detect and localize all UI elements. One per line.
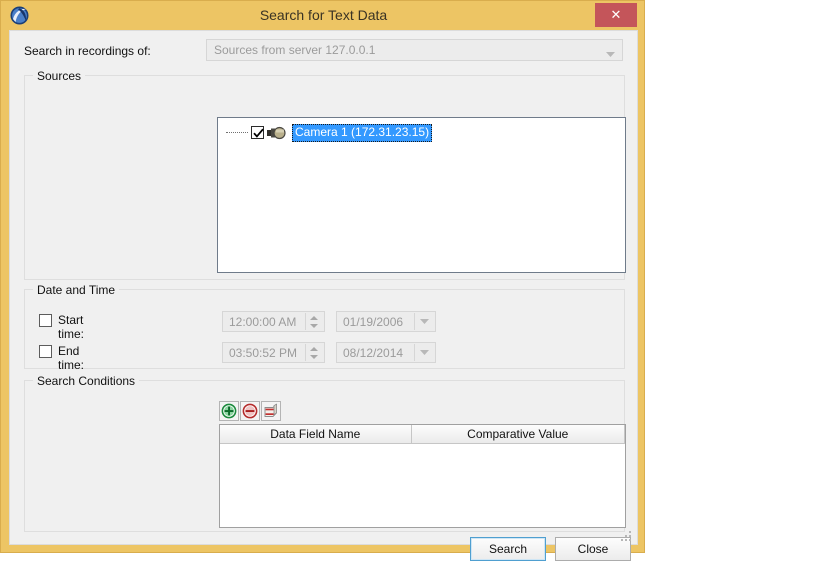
- title-bar: Search for Text Data ✕: [1, 1, 644, 30]
- start-time-checkbox[interactable]: [39, 314, 52, 327]
- add-condition-button[interactable]: [219, 401, 239, 421]
- end-time-label: End time:: [58, 344, 85, 372]
- stepper-down-icon[interactable]: [310, 355, 318, 359]
- search-conditions-group: Search Conditions Data Field Name Compar…: [24, 374, 626, 532]
- camera-icon: [267, 126, 287, 140]
- sources-group-caption: Sources: [33, 69, 86, 83]
- source-select-value: Sources from server 127.0.0.1: [214, 43, 376, 57]
- end-time-input[interactable]: 03:50:52 PM: [222, 342, 325, 363]
- search-conditions-caption: Search Conditions: [33, 374, 140, 388]
- date-time-group: Date and Time Start time: 12:00:00 AM 01…: [24, 283, 625, 372]
- conditions-toolbar: [219, 401, 282, 421]
- start-date-value: 01/19/2006: [343, 315, 404, 329]
- chevron-down-icon: [606, 47, 615, 57]
- resize-grip-icon[interactable]: [621, 529, 633, 541]
- conditions-table[interactable]: Data Field Name Comparative Value: [219, 424, 626, 528]
- source-select[interactable]: Sources from server 127.0.0.1: [206, 39, 623, 61]
- date-time-group-caption: Date and Time: [33, 283, 120, 297]
- start-date-input[interactable]: 01/19/2006: [336, 311, 436, 332]
- stepper-up-icon[interactable]: [310, 316, 318, 320]
- clear-conditions-button[interactable]: [261, 401, 281, 421]
- column-header-data-field-name[interactable]: Data Field Name: [220, 425, 412, 444]
- start-time-value: 12:00:00 AM: [229, 315, 297, 329]
- end-date-input[interactable]: 08/12/2014: [336, 342, 436, 363]
- close-button[interactable]: Close: [555, 537, 631, 561]
- window-title: Search for Text Data: [259, 7, 388, 23]
- stepper-down-icon[interactable]: [310, 324, 318, 328]
- sources-group: Sources Camera 1 (172.31.23.15): [24, 69, 626, 280]
- start-date-chevron-down-icon[interactable]: [414, 313, 434, 330]
- column-header-comparative-value[interactable]: Comparative Value: [411, 425, 625, 444]
- end-date-value: 08/12/2014: [343, 346, 404, 360]
- search-in-recordings-label: Search in recordings of:: [24, 44, 151, 58]
- stepper-up-icon[interactable]: [310, 347, 318, 351]
- end-time-value: 03:50:52 PM: [229, 346, 298, 360]
- tree-item-checkbox[interactable]: [251, 126, 264, 139]
- tree-item-label[interactable]: Camera 1 (172.31.23.15): [292, 123, 433, 142]
- start-time-stepper[interactable]: [305, 313, 323, 330]
- close-window-button[interactable]: ✕: [595, 3, 637, 27]
- search-button[interactable]: Search: [470, 537, 546, 561]
- tree-item-camera-1[interactable]: Camera 1 (172.31.23.15): [218, 123, 433, 142]
- tree-connector-line: [226, 132, 248, 134]
- start-time-input[interactable]: 12:00:00 AM: [222, 311, 325, 332]
- conditions-table-header: Data Field Name Comparative Value: [220, 425, 625, 444]
- start-time-label: Start time:: [58, 313, 85, 341]
- remove-condition-button[interactable]: [240, 401, 260, 421]
- end-date-chevron-down-icon[interactable]: [414, 344, 434, 361]
- dialog-window: Search for Text Data ✕ Search in recordi…: [0, 0, 645, 561]
- dialog-client-area: Search in recordings of: Sources from se…: [9, 30, 638, 561]
- sources-tree[interactable]: Camera 1 (172.31.23.15): [217, 117, 626, 273]
- end-time-stepper[interactable]: [305, 344, 323, 361]
- end-time-checkbox[interactable]: [39, 345, 52, 358]
